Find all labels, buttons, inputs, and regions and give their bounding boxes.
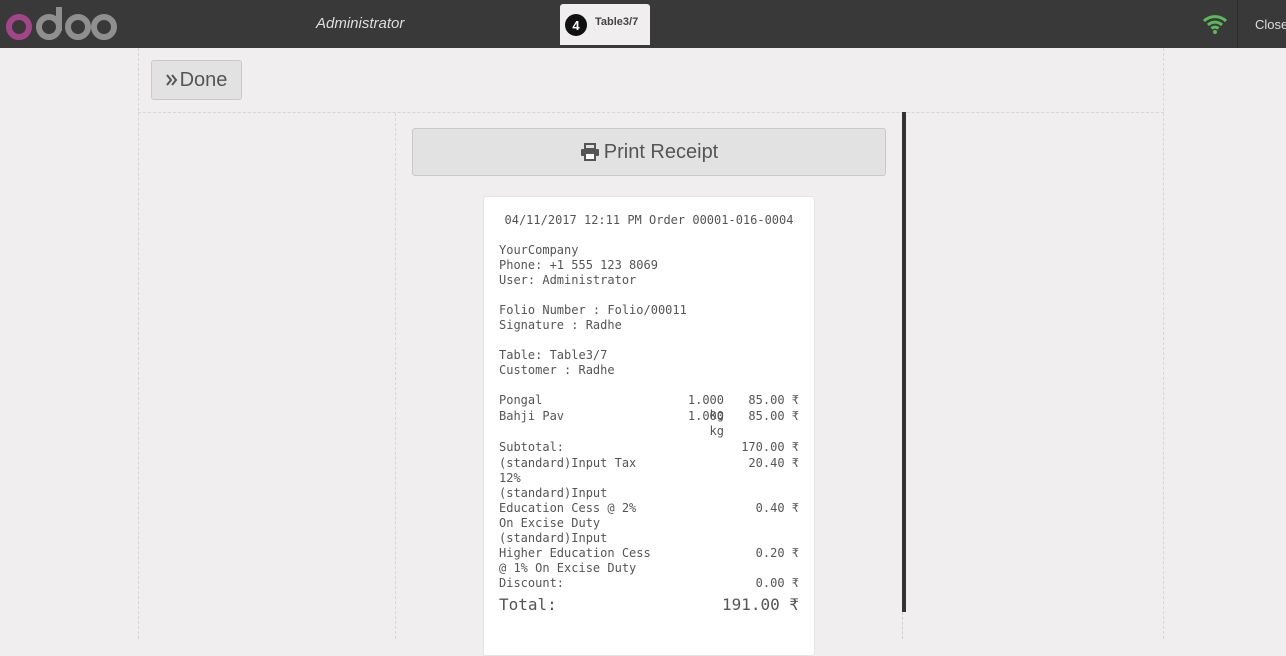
top-bar: Administrator 4 Table3/7 Close [0, 0, 1286, 48]
tax-label: On Excise Duty [499, 516, 601, 530]
line-price: 85.00 ₹ [748, 393, 799, 407]
done-label: Done [179, 68, 228, 91]
tax-value: 0.20 ₹ [755, 546, 799, 560]
print-receipt-label: Print Receipt [603, 140, 719, 163]
print-icon [580, 143, 599, 161]
line-price: 85.00 ₹ [748, 409, 799, 423]
divider [395, 113, 396, 639]
tax-label: @ 1% On Excise Duty [499, 561, 637, 575]
line-product: Pongal [499, 393, 543, 407]
tax-value: 0.40 ₹ [755, 501, 799, 515]
subtotal-value: 170.00 ₹ [741, 440, 799, 454]
order-line: Bahji Pav 1.000 kg 85.00 ₹ [499, 409, 799, 438]
divider [138, 112, 1164, 113]
tax-label: Education Cess @ 2% [499, 501, 637, 515]
tax-label: (standard)Input Tax [499, 456, 637, 470]
signature: Signature : Radhe [499, 318, 622, 332]
close-label: Close [1255, 16, 1286, 32]
receipt-date-order: 04/11/2017 12:11 PM Order 00001-016-0004 [504, 213, 794, 227]
line-product: Bahji Pav [499, 409, 565, 423]
line-qty: 1.000 kg [687, 409, 724, 438]
discount-label: Discount: [499, 576, 565, 590]
company-info: YourCompany Phone: +1 555 123 8069 User:… [499, 243, 799, 288]
total-row: Total: 191.00 ₹ [499, 595, 799, 615]
company-name: YourCompany [499, 243, 579, 257]
table-name: Table: Table3/7 [499, 348, 608, 362]
customer-name: Customer : Radhe [499, 363, 615, 377]
total-value: 191.00 ₹ [721, 595, 799, 614]
tax-row: (standard)Input Education Cess @ 2% On E… [499, 486, 799, 531]
tax-label: Higher Education Cess [499, 546, 651, 560]
subtotal-label: Subtotal: [499, 440, 565, 454]
tax-value: 20.40 ₹ [748, 456, 799, 470]
scrollbar[interactable] [902, 112, 906, 612]
table-info: Table: Table3/7 Customer : Radhe [499, 348, 799, 378]
order-count-badge: 4 [565, 14, 587, 36]
done-button[interactable]: Done [151, 60, 242, 100]
discount-row: Discount: 0.00 ₹ [499, 576, 799, 592]
receipt-user: User: Administrator [499, 273, 637, 287]
subtotal-row: Subtotal: 170.00 ₹ [499, 440, 799, 456]
tax-row: (standard)Input Higher Education Cess @ … [499, 531, 799, 576]
order-tab-label: Table3/7 [595, 16, 639, 28]
tax-row: (standard)Input Tax 12% 20.40 ₹ [499, 456, 799, 486]
odoo-logo [6, 7, 117, 40]
discount-value: 0.00 ₹ [755, 576, 799, 590]
wifi-icon[interactable] [1202, 13, 1228, 35]
totals-section: Subtotal: 170.00 ₹ (standard)Input Tax 1… [499, 440, 799, 592]
tax-label: (standard)Input [499, 486, 608, 500]
total-label: Total: [499, 595, 557, 614]
order-line: Pongal 1.000 kg 85.00 ₹ [499, 393, 799, 422]
user-name[interactable]: Administrator [316, 15, 404, 32]
print-receipt-button[interactable]: Print Receipt [412, 128, 886, 176]
receipt: 04/11/2017 12:11 PM Order 00001-016-0004… [483, 196, 815, 656]
order-lines: Pongal 1.000 kg 85.00 ₹ Bahji Pav 1.000 … [499, 393, 799, 438]
tax-label: (standard)Input [499, 531, 608, 545]
folio-number: Folio Number : Folio/00011 [499, 303, 687, 317]
close-button[interactable]: Close [1237, 0, 1286, 48]
folio-info: Folio Number : Folio/00011 Signature : R… [499, 303, 799, 333]
tax-label: 12% [499, 471, 521, 485]
double-chevron-right-icon [165, 74, 177, 86]
scrollbar-track [902, 612, 907, 639]
company-phone: Phone: +1 555 123 8069 [499, 258, 658, 272]
order-tab[interactable]: 4 Table3/7 [560, 4, 650, 45]
